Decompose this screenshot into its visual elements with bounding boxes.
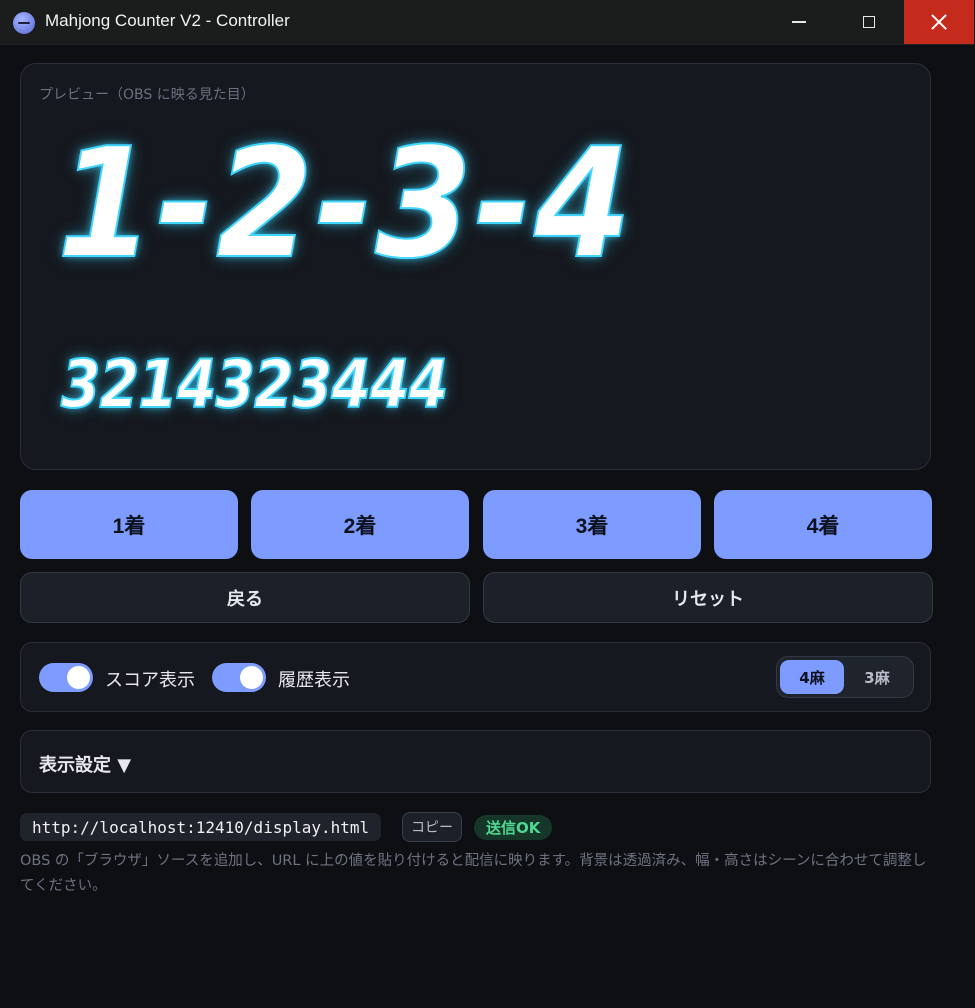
current-order-display: 1-2-3-4 [56, 115, 634, 292]
toggle-knob [240, 666, 263, 689]
maximize-icon [863, 16, 875, 28]
close-icon [931, 14, 947, 30]
history-toggle[interactable] [212, 663, 266, 692]
send-status-badge: 送信OK [474, 815, 553, 840]
score-toggle[interactable] [39, 663, 93, 692]
copy-button[interactable]: コピー [402, 812, 462, 842]
display-settings-panel[interactable]: 表示設定 ▼ [20, 730, 931, 793]
place-2-button[interactable]: 2着 [251, 490, 469, 559]
minimize-button[interactable] [764, 0, 834, 44]
app-window: Mahjong Counter V2 - Controller プレビュー（OB… [0, 0, 975, 1008]
window-title: Mahjong Counter V2 - Controller [45, 11, 290, 30]
close-button[interactable] [904, 0, 974, 44]
preview-label: プレビュー（OBS に映る見た目） [39, 87, 255, 103]
display-settings-toggle[interactable]: 表示設定 ▼ [39, 751, 131, 777]
mode-4ma-button[interactable]: 4麻 [780, 660, 844, 694]
help-text: OBS の「ブラウザ」ソースを追加し、URL に上の値を貼り付けると配信に映りま… [20, 853, 927, 894]
minimize-icon [792, 21, 806, 23]
reset-button[interactable]: リセット [483, 572, 933, 623]
history-toggle-label: 履歴表示 [278, 670, 350, 691]
toggle-knob [67, 666, 90, 689]
history-display: 3214323444 [60, 346, 449, 423]
title-bar[interactable]: Mahjong Counter V2 - Controller [0, 0, 975, 45]
place-3-button[interactable]: 3着 [483, 490, 701, 559]
options-panel: スコア表示 履歴表示 4麻 3麻 [20, 642, 931, 712]
maximize-button[interactable] [834, 0, 904, 44]
place-4-button[interactable]: 4着 [714, 490, 932, 559]
display-url-field[interactable]: http://localhost:12410/display.html [20, 813, 382, 841]
back-button[interactable]: 戻る [20, 572, 470, 623]
mode-segmented-control: 4麻 3麻 [776, 656, 914, 698]
app-logo-icon [13, 12, 35, 34]
mode-3ma-button[interactable]: 3麻 [845, 660, 909, 694]
score-toggle-label: スコア表示 [105, 670, 195, 691]
obs-preview-panel: プレビュー（OBS に映る見た目） 1-2-3-4 3214323444 [20, 63, 931, 470]
place-1-button[interactable]: 1着 [20, 490, 238, 559]
